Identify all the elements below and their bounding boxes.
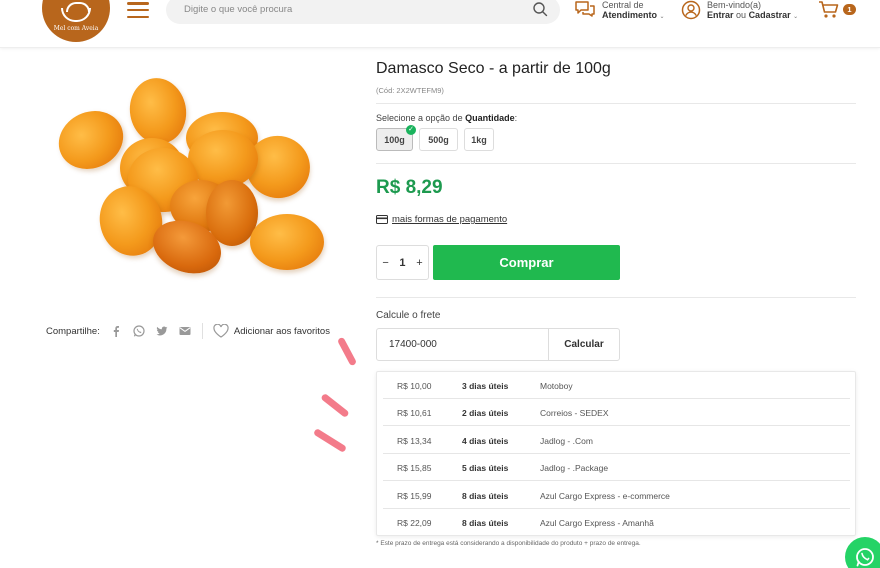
account-or: ou: [736, 10, 747, 20]
login-link[interactable]: Entrar: [707, 10, 734, 20]
brand-logo[interactable]: Mel com Aveia: [42, 0, 110, 42]
option-1kg[interactable]: 1kg: [464, 128, 494, 151]
search-bar: [166, 0, 560, 24]
site-header: Mel com Aveia Central de Atendimento ⌄ B…: [0, 0, 880, 48]
shipping-days: 3 dias úteis: [462, 381, 509, 391]
option-1kg-label: 1kg: [471, 134, 487, 145]
table-row: R$ 15,99 8 dias úteis Azul Cargo Express…: [383, 482, 850, 509]
search-icon[interactable]: [532, 1, 548, 17]
table-row: R$ 13,34 4 dias úteis Jadlog - .Com: [383, 427, 850, 454]
search-input[interactable]: [184, 4, 514, 15]
shipping-carrier: Correios - SEDEX: [540, 408, 609, 418]
chevron-down-icon: ⌄: [659, 14, 665, 20]
divider: [376, 163, 856, 164]
whatsapp-icon[interactable]: [133, 325, 145, 337]
shipping-days: 5 dias úteis: [462, 463, 509, 473]
table-row: R$ 22,09 8 dias úteis Azul Cargo Express…: [383, 509, 850, 536]
cart-icon[interactable]: [818, 0, 840, 20]
quantity-value[interactable]: 1: [399, 257, 405, 269]
quantity-stepper: − 1 +: [376, 245, 429, 280]
buy-button[interactable]: Comprar: [433, 245, 620, 280]
more-payment-link[interactable]: mais formas de pagamento: [392, 214, 507, 225]
option-500g-label: 500g: [428, 134, 449, 145]
bowl-icon: [61, 2, 91, 22]
increment-button[interactable]: +: [416, 257, 422, 269]
account-link[interactable]: Bem-vindo(a) Entrar ou Cadastrar ⌄: [681, 0, 798, 22]
share-bar: Compartilhe: Adicionar aos favoritos: [46, 323, 330, 339]
user-icon: [681, 0, 701, 20]
support-line1: Central de: [602, 0, 644, 10]
shipping-carrier: Motoboy: [540, 381, 573, 391]
product-image[interactable]: [40, 60, 340, 300]
divider: [376, 297, 856, 298]
shipping-carrier: Jadlog - .Package: [540, 463, 609, 473]
decrement-button[interactable]: −: [382, 257, 388, 269]
add-favorite-button[interactable]: Adicionar aos favoritos: [234, 326, 330, 337]
shipping-price: R$ 10,61: [397, 408, 432, 418]
shipping-carrier: Jadlog - .Com: [540, 436, 593, 446]
calculate-button[interactable]: Calcular: [549, 329, 619, 360]
pink-marker-stroke: [320, 392, 350, 419]
option-100g-label: 100g: [384, 134, 405, 145]
shipping-days: 8 dias úteis: [462, 518, 509, 528]
menu-icon[interactable]: [127, 2, 149, 18]
support-line2: Atendimento: [602, 10, 657, 20]
product-price: R$ 8,29: [376, 177, 443, 198]
share-divider: [201, 323, 203, 339]
payment-options[interactable]: mais formas de pagamento: [376, 214, 507, 225]
shipping-price: R$ 15,85: [397, 463, 432, 473]
divider: [376, 103, 856, 104]
cep-form: Calcular: [376, 328, 620, 361]
shipping-price: R$ 10,00: [397, 381, 432, 391]
pink-marker-stroke: [336, 336, 358, 367]
shipping-price: R$ 15,99: [397, 491, 432, 501]
shipping-footnote: * Este prazo de entrega está considerand…: [376, 540, 641, 547]
credit-card-icon: [376, 215, 388, 224]
facebook-icon[interactable]: [110, 325, 122, 337]
table-row: R$ 15,85 5 dias úteis Jadlog - .Package: [383, 454, 850, 481]
cep-input[interactable]: [377, 329, 549, 360]
product-code: (Cód: 2X2WTEFM9): [376, 86, 444, 95]
logo-text: Mel com Aveia: [53, 25, 99, 32]
whatsapp-chat-button[interactable]: [845, 537, 880, 568]
option-label: Selecione a opção de Quantidade:: [376, 113, 518, 123]
table-row: R$ 10,00 3 dias úteis Motoboy: [383, 372, 850, 399]
pink-marker-stroke: [312, 427, 348, 454]
shipping-days: 2 dias úteis: [462, 408, 509, 418]
twitter-icon[interactable]: [156, 325, 168, 337]
share-label: Compartilhe:: [46, 325, 100, 337]
whatsapp-icon: [856, 548, 874, 567]
shipping-days: 8 dias úteis: [462, 491, 509, 501]
email-icon[interactable]: [179, 325, 191, 337]
option-500g[interactable]: 500g: [419, 128, 458, 151]
chat-icon: [575, 1, 595, 17]
table-row: R$ 10,61 2 dias úteis Correios - SEDEX: [383, 399, 850, 426]
chevron-down-icon: ⌄: [793, 14, 799, 20]
register-link[interactable]: Cadastrar: [749, 10, 791, 20]
shipping-days: 4 dias úteis: [462, 436, 509, 446]
shipping-label: Calcule o frete: [376, 310, 441, 321]
shipping-carrier: Azul Cargo Express - Amanhã: [540, 518, 654, 528]
shipping-price: R$ 22,09: [397, 518, 432, 528]
account-greeting: Bem-vindo(a): [707, 0, 762, 10]
shipping-table: R$ 10,00 3 dias úteis Motoboy R$ 10,61 2…: [376, 371, 856, 536]
support-link[interactable]: Central de Atendimento ⌄: [574, 0, 665, 22]
product-title: Damasco Seco - a partir de 100g: [376, 60, 611, 77]
cart-count-badge: 1: [843, 4, 856, 15]
option-100g[interactable]: 100g ✓: [376, 125, 416, 151]
shipping-carrier: Azul Cargo Express - e-commerce: [540, 491, 670, 501]
check-icon: ✓: [406, 125, 416, 135]
shipping-price: R$ 13,34: [397, 436, 432, 446]
heart-icon[interactable]: [213, 324, 229, 338]
